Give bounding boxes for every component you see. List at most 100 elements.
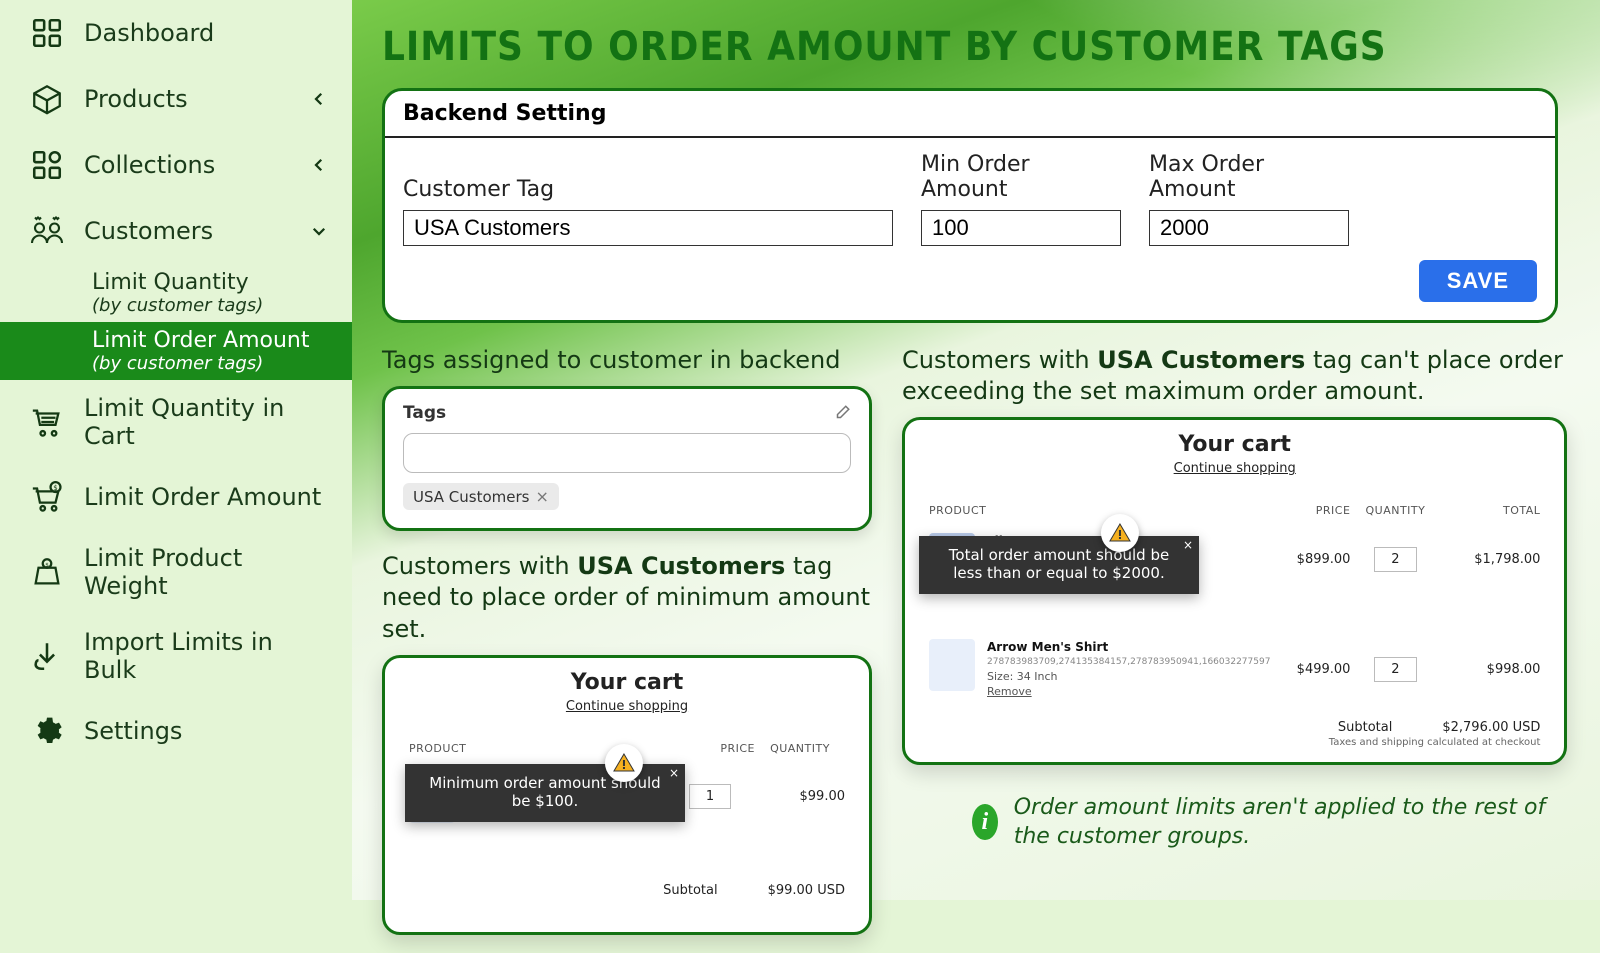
qty-input[interactable]: 2	[1374, 657, 1416, 682]
toast-close-icon[interactable]: ×	[669, 766, 679, 780]
sidebar-item-dashboard[interactable]: Dashboard	[0, 0, 352, 66]
sidebar-item-limit-order-amount[interactable]: $ Limit Order Amount	[0, 464, 352, 530]
sidebar-item-customers[interactable]: Customers	[0, 198, 352, 264]
sidebar-item-label: Limit Product Weight	[84, 544, 324, 600]
continue-shopping-link[interactable]: Continue shopping	[409, 699, 845, 714]
info-text: Order amount limits aren't applied to th…	[1014, 793, 1568, 852]
tax-note: Taxes and shipping calculated at checkou…	[929, 737, 1540, 754]
sidebar-item-limit-order-amount-tags[interactable]: Limit Order Amount (by customer tags)	[0, 322, 352, 380]
chevron-left-icon	[310, 156, 328, 174]
sidebar-item-import-bulk[interactable]: Import Limits in Bulk	[0, 614, 352, 698]
toast-close-icon[interactable]: ×	[1183, 538, 1193, 552]
backend-setting-panel: Backend Setting Customer Tag Min Order A…	[382, 88, 1558, 323]
edit-icon[interactable]	[833, 404, 851, 422]
cart-price: $899.00	[1270, 552, 1350, 567]
panel-heading: Backend Setting	[385, 91, 1555, 138]
col-total: TOTAL	[1440, 504, 1540, 517]
sidebar-item-limit-quantity-tags[interactable]: Limit Quantity (by customer tags)	[0, 264, 352, 322]
product-sku: 278783983709,274135384157,278783950941,1…	[987, 656, 1270, 669]
weight-icon: $	[28, 553, 66, 591]
sidebar-item-label: Products	[84, 85, 188, 113]
col-qty: QUANTITY	[1350, 504, 1440, 517]
info-icon: i	[972, 804, 998, 840]
tag-chip: USA Customers ×	[403, 483, 559, 510]
remove-link[interactable]: Remove	[987, 684, 1270, 699]
svg-text:$: $	[53, 483, 58, 492]
save-button[interactable]: SAVE	[1419, 260, 1537, 302]
page-title: LIMITS TO ORDER AMOUNT BY CUSTOMER TAGS	[382, 24, 1558, 70]
sidebar-item-label: Limit Quantity in Cart	[84, 394, 324, 450]
qty-input[interactable]: 1	[689, 784, 731, 809]
sidebar-item-sublabel: (by customer tags)	[92, 353, 263, 374]
subtotal-label: Subtotal	[663, 883, 717, 898]
gear-icon	[28, 712, 66, 750]
continue-shopping-link[interactable]: Continue shopping	[929, 461, 1540, 476]
tags-card: Tags USA Customers ×	[382, 386, 872, 531]
collections-icon	[28, 146, 66, 184]
col-price: PRICE	[1270, 504, 1350, 517]
sidebar-item-limit-quantity-cart[interactable]: Limit Quantity in Cart	[0, 380, 352, 464]
dashboard-icon	[28, 14, 66, 52]
max-caption: Customers with USA Customers tag can't p…	[902, 345, 1567, 407]
sidebar-item-label: Import Limits in Bulk	[84, 628, 324, 684]
chip-remove-icon[interactable]: ×	[535, 487, 548, 506]
cart-total: $1,798.00	[1440, 552, 1540, 567]
cart-row: Arrow Men's Shirt 278783983709,274135384…	[929, 627, 1540, 711]
cart-title: Your cart	[409, 670, 845, 695]
chip-label: USA Customers	[413, 488, 529, 506]
warning-icon	[1101, 514, 1139, 552]
cart-icon	[28, 403, 66, 441]
subtotal-value: $2,796.00 USD	[1442, 720, 1540, 735]
sidebar-item-label: Settings	[84, 717, 182, 745]
sidebar-item-label: Limit Order Amount	[92, 328, 310, 353]
tags-input[interactable]	[403, 433, 851, 473]
col-product: PRODUCT	[929, 504, 1270, 517]
qty-input[interactable]: 2	[1374, 547, 1416, 572]
sidebar-item-label: Limit Quantity	[92, 270, 249, 295]
customer-tag-label: Customer Tag	[403, 177, 893, 202]
sidebar-item-sublabel: (by customer tags)	[92, 295, 263, 316]
min-caption: Customers with USA Customers tag need to…	[382, 551, 872, 645]
sidebar-item-label: Collections	[84, 151, 215, 179]
max-order-input[interactable]	[1149, 210, 1349, 246]
svg-text:$: $	[45, 562, 49, 568]
col-qty: QUANTITY	[755, 742, 845, 755]
cart-preview-max: Your cart Continue shopping PRODUCT PRIC…	[902, 417, 1567, 764]
sidebar: Dashboard Products Collections Customers…	[0, 0, 352, 900]
col-price: PRICE	[675, 742, 755, 755]
main-content: LIMITS TO ORDER AMOUNT BY CUSTOMER TAGS …	[352, 0, 1600, 900]
cart-preview-min: Your cart Continue shopping PRODUCT PRIC…	[382, 655, 872, 935]
sidebar-item-label: Limit Order Amount	[84, 483, 321, 511]
sidebar-item-products[interactable]: Products	[0, 66, 352, 132]
product-thumb	[929, 639, 975, 691]
subtotal-value: $99.00 USD	[768, 883, 845, 898]
warning-icon	[605, 744, 643, 782]
tags-caption: Tags assigned to customer in backend	[382, 345, 872, 376]
sidebar-item-limit-product-weight[interactable]: $ Limit Product Weight	[0, 530, 352, 614]
cart-total: $99.00	[755, 789, 845, 804]
tags-card-head: Tags	[403, 403, 446, 423]
customer-tag-input[interactable]	[403, 210, 893, 246]
chevron-down-icon	[310, 222, 328, 240]
sidebar-item-settings[interactable]: Settings	[0, 698, 352, 764]
cart-price: $499.00	[1270, 662, 1350, 677]
cart-title: Your cart	[929, 432, 1540, 457]
chevron-left-icon	[310, 90, 328, 108]
sidebar-item-label: Dashboard	[84, 19, 214, 47]
max-order-label: Max Order Amount	[1149, 152, 1349, 202]
product-name: Arrow Men's Shirt	[987, 639, 1270, 656]
import-icon	[28, 637, 66, 675]
info-note: i Order amount limits aren't applied to …	[972, 793, 1567, 852]
sidebar-item-collections[interactable]: Collections	[0, 132, 352, 198]
box-icon	[28, 80, 66, 118]
cart-dollar-icon: $	[28, 478, 66, 516]
product-size: Size: 34 Inch	[987, 669, 1270, 684]
min-order-label: Min Order Amount	[921, 152, 1121, 202]
sidebar-item-label: Customers	[84, 217, 213, 245]
min-order-toast: × Minimum order amount should be $100.	[405, 764, 685, 822]
customers-icon	[28, 212, 66, 250]
cart-total: $998.00	[1440, 662, 1540, 677]
max-order-toast: × Total order amount should be less than…	[919, 536, 1199, 594]
min-order-input[interactable]	[921, 210, 1121, 246]
subtotal-label: Subtotal	[1338, 720, 1392, 735]
